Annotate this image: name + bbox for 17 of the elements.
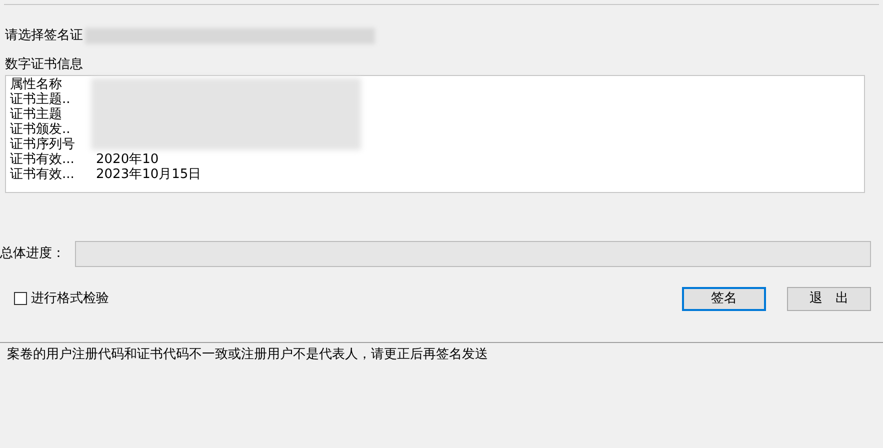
attribute-name: 证书颁发.. xyxy=(10,122,72,136)
attribute-value: 2023年10月15日 xyxy=(96,166,202,182)
message-text: 案卷的用户注册代码和证书代码不一致或注册用户不是代表人，请更正后再签名发送 xyxy=(7,346,488,362)
group-title: 数字证书信息 xyxy=(5,57,83,72)
dialog-button[interactable]: 退 出 xyxy=(787,286,871,310)
attribute-name: 证书主题.. xyxy=(10,92,72,106)
field-label: 请选择签名证 xyxy=(5,27,83,46)
attribute-name: 证书有效... xyxy=(10,166,76,182)
attribute-value: 2020年10 xyxy=(96,152,159,166)
attribute-name: 证书有效... xyxy=(10,152,76,166)
progress-label: 总体进度： xyxy=(0,244,66,263)
attribute-name: 证书序列号 xyxy=(10,136,76,152)
attribute-name: 属性名称 xyxy=(10,76,63,92)
dialog-button[interactable]: 签名 xyxy=(682,286,766,310)
checkbox-label: 进行格式检验 xyxy=(31,290,109,308)
checkbox[interactable] xyxy=(14,292,27,305)
attribute-name: 证书主题 xyxy=(10,106,63,122)
